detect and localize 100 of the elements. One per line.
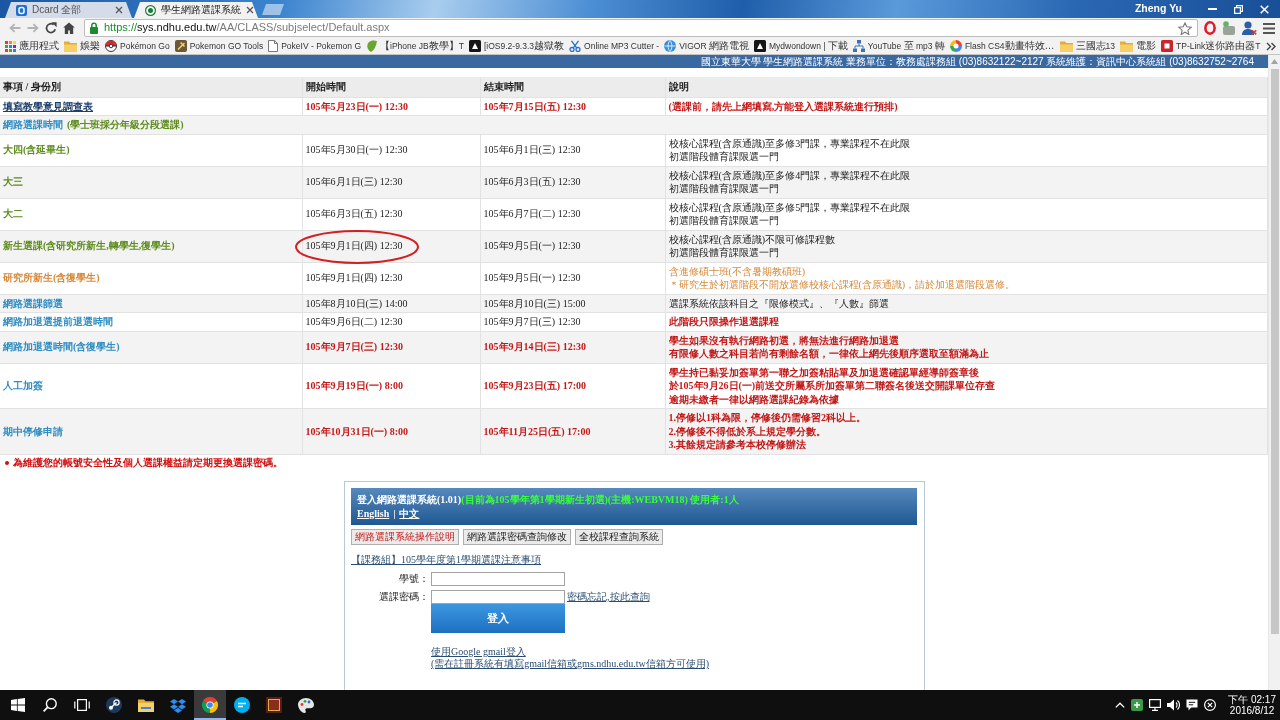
bookmark-item[interactable]: 【iPhone JB教學】T <box>366 39 464 53</box>
bookmark-item[interactable]: Pokémon Go <box>105 40 170 52</box>
column-header: 結束時間 <box>480 77 665 97</box>
table-cell: 校核心課程(含原通識)至多修3門課，專業課程不在此限 初選階段體育課限選一門 <box>665 134 1268 166</box>
table-cell: 105年5月23日(一) 12:30 <box>302 97 480 116</box>
box-icon <box>170 697 186 713</box>
field-label: 選課密碼： <box>378 590 430 604</box>
table-cell: 大四(含延畢生) <box>0 134 302 166</box>
table-cell: 105年11月25日(五) 17:00 <box>480 408 665 454</box>
table-cell: 105年9月14日(三) 12:30 <box>480 331 665 363</box>
table-cell: 105年9月7日(三) 12:30 <box>480 312 665 331</box>
table-cell: 105年9月6日(二) 12:30 <box>302 312 480 331</box>
system-button[interactable]: 全校課程查詢系統 <box>575 528 663 545</box>
language-link[interactable]: 中文 <box>399 506 420 520</box>
search-icon <box>43 698 57 712</box>
circle-app-icon <box>106 697 122 713</box>
message-icon[interactable] <box>1186 699 1199 711</box>
start-icon <box>11 698 25 712</box>
pinwheel-icon <box>949 40 962 52</box>
column-header: 說明 <box>665 77 1268 97</box>
input-field[interactable] <box>431 572 565 586</box>
restore-icon[interactable] <box>1233 4 1243 14</box>
more-icon[interactable] <box>1265 41 1276 51</box>
scrollbar-thumb[interactable] <box>1270 69 1279 634</box>
bookmark-item[interactable]: Online MP3 Cutter - <box>569 40 660 52</box>
table-cell: 105年9月23日(五) 17:00 <box>480 363 665 409</box>
table-cell: 大三 <box>0 166 302 198</box>
clock-date[interactable]: 2016/8/12 <box>1228 705 1276 716</box>
chat-icon <box>234 697 250 713</box>
bookmark-item[interactable]: 應用程式 <box>5 39 59 53</box>
gmail-login-link[interactable]: 使用Google gmail登入 <box>431 646 526 658</box>
star-icon[interactable] <box>1178 21 1192 35</box>
notice-text: 為維護您的帳號安全性及個人選課權益請定期更換選課密碼。 <box>13 456 283 470</box>
status-icon[interactable] <box>1204 699 1217 711</box>
profile-name[interactable]: Zheng Yu <box>1134 2 1182 16</box>
bookmark-item[interactable]: PokeIV - Pokemon G <box>268 40 361 52</box>
bookmark-item[interactable]: Mydwondown | 下載 <box>753 39 848 53</box>
bookmark-item[interactable]: 三國志13 <box>1059 39 1116 53</box>
logo-icon <box>1161 40 1174 52</box>
address-bar[interactable]: https://sys.ndhu.edu.tw/AA/CLASS/subjselect/Default.aspx <box>84 19 1198 37</box>
table-cell: 105年9月7日(三) 12:30 <box>302 331 480 363</box>
folder-icon <box>138 698 154 712</box>
notice-link[interactable]: 【課務組】105學年度第1學期選課注意事項 <box>351 553 541 566</box>
network-icon <box>852 40 865 52</box>
close-icon[interactable] <box>115 6 123 14</box>
scissors-icon <box>569 40 582 52</box>
table-cell: 105年6月1日(三) 12:30 <box>480 134 665 166</box>
login-button[interactable]: 登入 <box>431 604 565 633</box>
network-icon[interactable] <box>1149 699 1162 711</box>
page-icon <box>268 40 279 52</box>
column-header: 事項 / 身份別 <box>0 77 302 97</box>
table-cell: 校核心課程(含原通識)至多修4門課，專業課程不在此限 初選階段體育課限選一門 <box>665 166 1268 198</box>
tool-icon <box>174 40 187 52</box>
table-cell: 105年6月1日(三) 12:30 <box>302 166 480 198</box>
forgot-password-link[interactable]: 密碼忘記,按此查詢 <box>567 590 650 604</box>
bookmark-item[interactable]: 電影 <box>1120 39 1157 53</box>
login-status: (目前為105學年第1學期新生初選)(主機:WEBVM18) 使用者:1人 <box>461 493 739 505</box>
volume-icon[interactable] <box>1167 699 1181 711</box>
browser-icon <box>202 697 218 713</box>
language-link[interactable]: English <box>357 506 390 520</box>
gmail-note-link[interactable]: (需在註冊系統有填寫gmail信箱或gms.ndhu.edu.tw信箱方可使用) <box>431 658 710 670</box>
scrollbar[interactable] <box>1268 55 1280 690</box>
menu-icon[interactable] <box>1263 22 1275 34</box>
bullet-icon <box>5 461 9 465</box>
table-cell: 105年6月7日(二) 12:30 <box>480 198 665 230</box>
bookmark-item[interactable]: TP-Link迷你路由器T <box>1161 39 1261 53</box>
bookmark-item[interactable]: VIGOR 網路電視 <box>664 39 749 53</box>
plus-tile-icon[interactable] <box>1131 699 1144 711</box>
bookmark-item[interactable]: YouTube 至 mp3 轉 <box>852 39 945 53</box>
seal-icon <box>145 4 156 16</box>
header-text: 國立東華大學 學生網路選課系統 業務單位：教務處課務組 (03)8632122~2127 系統維護：資訊中心系統組 (03)8632752~2764 <box>700 56 1254 67</box>
task-view-icon <box>74 699 90 711</box>
ring-icon[interactable] <box>1204 21 1216 35</box>
system-button[interactable]: 網路選課系統操作說明 <box>351 528 459 545</box>
leaf-icon <box>366 40 377 52</box>
survey-link[interactable]: 填寫教學意見調查表 <box>3 100 93 112</box>
browser-tab[interactable]: Dcard 全部 <box>5 2 132 18</box>
bookmark-item[interactable]: 娛樂 <box>64 39 100 53</box>
game-tile-icon <box>266 697 282 713</box>
bookmark-item[interactable]: [iOS9.2-9.3.3越獄教 <box>468 39 565 53</box>
clock-time[interactable]: 下午 02:17 <box>1228 694 1276 705</box>
chevron-up-icon[interactable] <box>1115 702 1126 708</box>
bookmark-item[interactable]: Flash CS4動畫特效… <box>949 39 1055 53</box>
table-cell: 網路加退選提前退選時間 <box>0 312 302 331</box>
browser-tab[interactable]: 學生網路選課系統 <box>134 2 258 18</box>
system-button[interactable]: 網路選課密碼查詢修改 <box>463 528 571 545</box>
table-cell: 含進修碩士班(不含暑期教碩班) ＊研究生於初選階段不開放選修校核心課程(含原通識)，請於加退選階段選修。 <box>665 262 1268 294</box>
input-field[interactable] <box>431 590 565 604</box>
table-cell: 學生持已黏妥加簽單第一聯之加簽粘貼單及加退選確認單經導師簽章後 於105年9月26日(一)前送交所屬系所加簽單第二聯簽名後送交開課單位存查 逾期未繳者一律以網路選課紀錄為依據 <box>665 363 1268 409</box>
table-cell: (選課前，請先上網填寫,方能登入選課系統進行預排) <box>665 97 1268 116</box>
separator-text: | <box>393 506 396 520</box>
close-icon[interactable] <box>246 6 254 14</box>
reload-icon[interactable] <box>45 22 57 34</box>
home-icon[interactable] <box>63 22 75 34</box>
tile-icon <box>468 40 481 52</box>
bookmark-item[interactable]: Pokemon GO Tools <box>174 40 264 52</box>
minimize-icon[interactable] <box>1207 8 1217 10</box>
taskbar-button[interactable] <box>194 690 226 720</box>
person-icon[interactable] <box>1242 21 1257 35</box>
column-header: 開始時間 <box>302 77 480 97</box>
